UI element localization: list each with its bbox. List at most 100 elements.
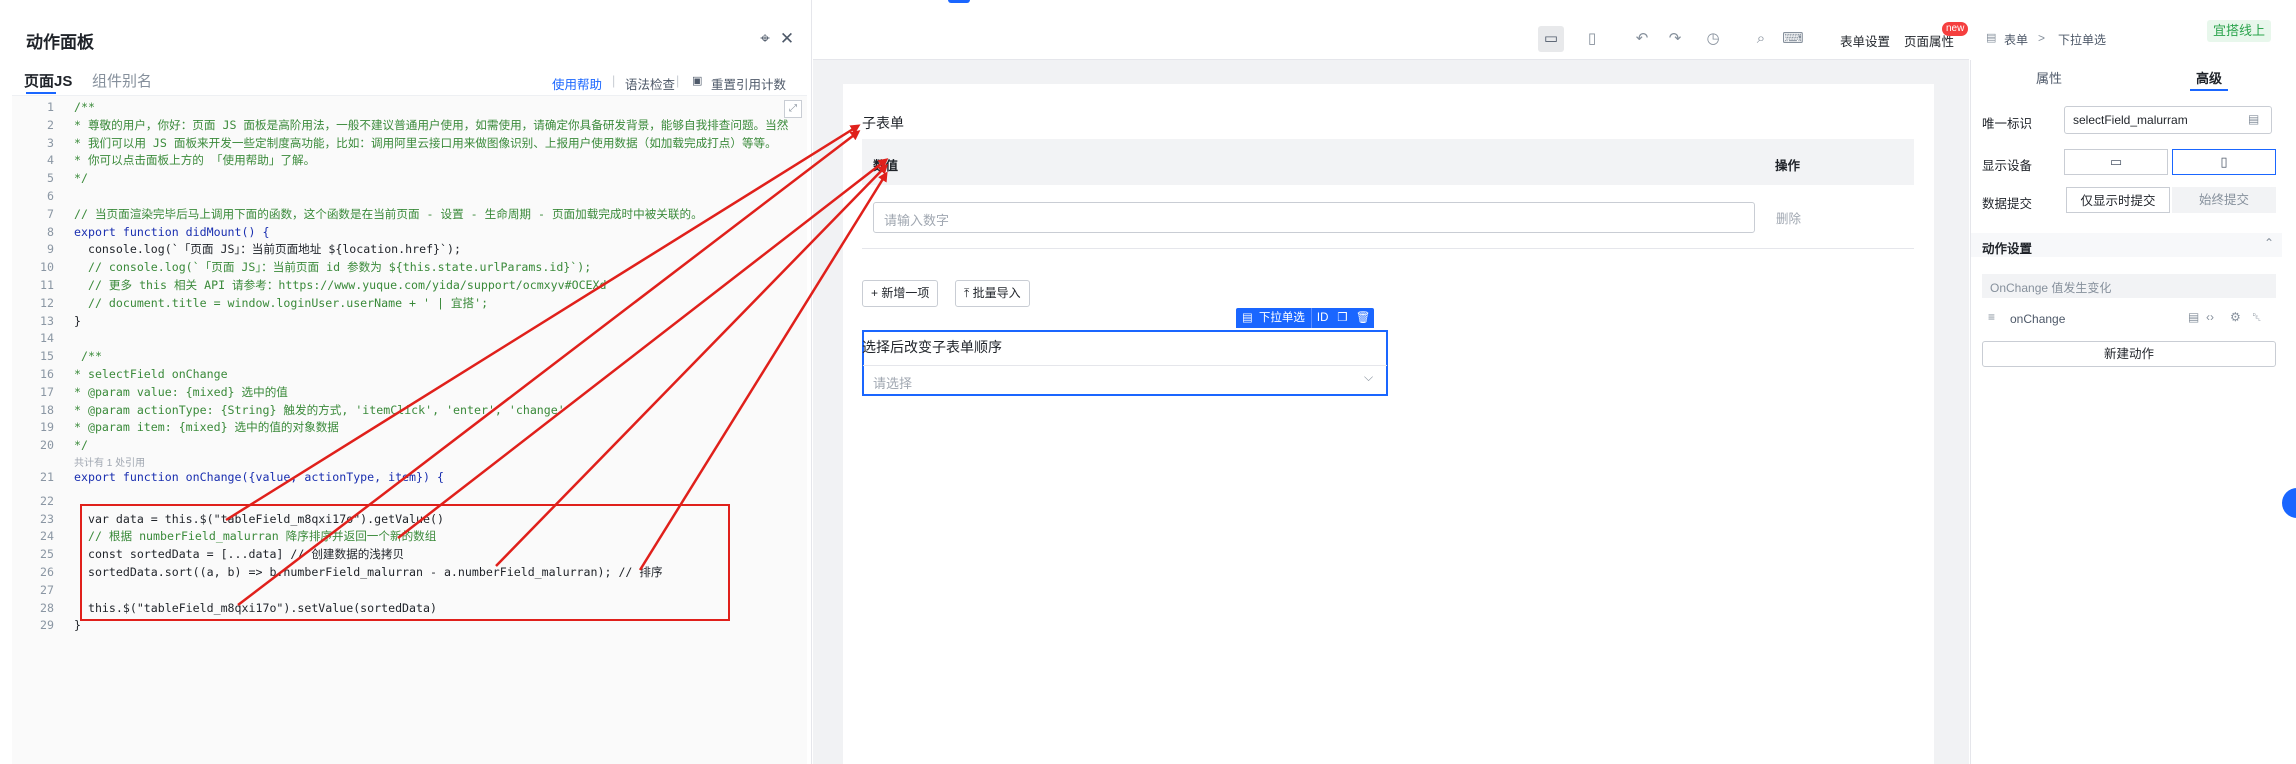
code-text: export function didMount() { — [74, 224, 270, 239]
gear-icon[interactable]: ⚙ — [2230, 310, 2241, 324]
help-link[interactable]: 使用帮助 — [552, 74, 602, 93]
line-number: 26 — [40, 565, 54, 579]
mobile-icon[interactable]: ▯ — [1579, 26, 1605, 52]
select-field-label: 选择后改变子表单顺序 — [862, 339, 1002, 355]
copy-icon[interactable]: ▤ — [2188, 310, 2199, 324]
new-badge: new — [1942, 22, 1969, 36]
subform-title: 子表单 — [862, 115, 904, 131]
data-submit-label: 数据提交 — [1982, 197, 2033, 211]
trash-icon[interactable]: ␡ — [2252, 310, 2262, 325]
bulk-import-button[interactable]: ⤒ 批量导入 — [955, 280, 1030, 307]
publish-button[interactable]: 宜搭线上 — [2207, 20, 2272, 42]
chevron-up-icon[interactable]: ⌃ — [2264, 236, 2274, 250]
code-text: * @param value: {mixed} 选中的值 — [74, 384, 288, 399]
event-name: onChange — [2010, 312, 2066, 326]
form-settings-button[interactable]: 表单设置 — [1840, 31, 1890, 50]
new-action-button[interactable]: 新建动作 — [1982, 341, 2276, 367]
code-text: /** — [74, 349, 102, 364]
code-text: export function onChange({value, actionT… — [74, 470, 444, 484]
code-icon[interactable]: ‹› — [2206, 310, 2214, 324]
code-line: 2 * 尊敬的用户，你好：页面 JS 面板是高阶用法，一般不建议普通用户使用，如需… — [12, 117, 807, 134]
device-mobile-toggle[interactable]: ▯ — [2172, 149, 2276, 175]
tab-underline — [2190, 89, 2228, 91]
syntax-check-button[interactable]: 语法检查 — [625, 74, 675, 93]
delete-row-button[interactable]: 删除 — [1776, 208, 1801, 227]
line-number: 22 — [40, 493, 54, 508]
code-line: 18 * @param actionType: {String} 触发的方式, '… — [12, 402, 807, 419]
undo-icon[interactable]: ↶ — [1629, 26, 1655, 52]
uid-input[interactable]: selectField_malurram — [2064, 106, 2272, 134]
code-text: console.log(`「页面 JS」：当前页面地址 ${location.h… — [74, 242, 461, 257]
column-value-header: 数值 — [873, 159, 899, 173]
form-canvas — [843, 84, 1934, 764]
number-input[interactable]: 请输入数字 — [873, 202, 1755, 233]
code-text: */ — [74, 171, 88, 186]
line-number: 18 — [40, 402, 54, 417]
code-line: 20 */ — [12, 437, 807, 454]
select-field-icon: ▤ — [1242, 312, 1253, 324]
code-text: /** — [74, 100, 95, 114]
copy-icon[interactable]: ▤ — [2248, 112, 2259, 126]
panel-title: 动作面板 — [26, 33, 94, 52]
close-icon[interactable]: ✕ — [776, 28, 798, 50]
code-text: // console.log(`「页面 JS」：当前页面 id 参数为 ${th… — [74, 260, 592, 275]
keyboard-icon[interactable]: ⌨ — [1780, 26, 1806, 52]
history-icon[interactable]: ◷ — [1700, 26, 1726, 52]
line-number: 21 — [40, 470, 54, 484]
reset-ref-count-button[interactable]: 重置引用计数 — [711, 74, 786, 93]
code-text: * @param item: {mixed} 选中的值的对象数据 — [74, 420, 339, 435]
row-divider — [862, 248, 1914, 249]
line-number: 2 — [47, 117, 54, 132]
select-field-dropdown[interactable]: 请选择 — [863, 365, 1387, 396]
code-text: * 我们可以用 JS 面板来开发一些定制度高功能，比如：调用阿里云接口用来做图像… — [74, 135, 777, 150]
code-text: // document.title = window.loginUser.use… — [74, 295, 489, 310]
line-number: 29 — [40, 618, 54, 633]
bulk-import-label: 批量导入 — [972, 286, 1021, 300]
code-line: 6 — [12, 188, 807, 205]
field-type-label: 下拉单选 — [1258, 312, 1305, 324]
drag-handle-icon[interactable]: ≡ — [1988, 310, 1995, 324]
code-text: * 尊敬的用户，你好：页面 JS 面板是高阶用法，一般不建议普通用户使用，如需使… — [74, 117, 789, 132]
display-device-label: 显示设备 — [1982, 159, 2033, 173]
code-text: * @param actionType: {String} 触发的方式, 'it… — [74, 402, 565, 417]
code-line: 1 /** — [12, 99, 807, 116]
line-number: 13 — [40, 313, 54, 328]
trash-icon[interactable]: 🗑 — [1352, 308, 1375, 328]
desktop-icon[interactable]: ▭ — [1538, 26, 1564, 52]
breadcrumb-field[interactable]: 下拉单选 — [2058, 31, 2106, 48]
top-tab-stub — [948, 0, 970, 3]
code-editor[interactable]: 1 /** 2 * 尊敬的用户，你好：页面 JS 面板是高阶用法，一般不建议普通用户使… — [12, 95, 807, 764]
pin-icon[interactable]: ⌖ — [754, 28, 776, 50]
breadcrumb-form[interactable]: 表单 — [2004, 31, 2028, 48]
code-line: 16 * selectField onChange — [12, 366, 807, 383]
uid-label: 唯一标识 — [1982, 117, 2033, 131]
copy-icon[interactable]: ❐ — [1333, 308, 1351, 328]
line-number: 15 — [40, 349, 54, 364]
submit-always-option[interactable]: 始终提交 — [2172, 187, 2276, 213]
expand-icon[interactable]: ⤢ — [784, 100, 802, 118]
code-text: * selectField onChange — [74, 367, 228, 381]
line-number: 10 — [40, 260, 54, 275]
line-number: 9 — [47, 242, 54, 257]
line-number: 20 — [40, 438, 54, 453]
column-ops-header: 操作 — [1775, 159, 1801, 173]
submit-when-visible-option[interactable]: 仅显示时提交 — [2066, 187, 2170, 213]
field-id-button[interactable]: ID — [1310, 308, 1334, 328]
code-line: 8 export function didMount() { — [12, 224, 807, 241]
tab-properties[interactable]: 属性 — [2036, 68, 2062, 87]
code-text: } — [74, 313, 81, 328]
tab-page-js[interactable]: 页面JS — [24, 70, 72, 91]
code-text: */ — [74, 438, 88, 453]
line-number: 16 — [40, 367, 54, 381]
add-item-button[interactable]: + 新增一项 — [862, 280, 939, 307]
line-number: 6 — [47, 189, 54, 203]
device-desktop-toggle[interactable]: ▭ — [2064, 149, 2168, 175]
tab-advanced[interactable]: 高级 — [2196, 68, 2222, 87]
code-text: // 更多 this 相关 API 请参考：https://www.yuque.… — [74, 278, 607, 292]
code-line: 11 // 更多 this 相关 API 请参考：https://www.yuq… — [12, 277, 807, 294]
tab-component-alias[interactable]: 组件别名 — [92, 70, 152, 91]
redo-icon[interactable]: ↷ — [1662, 26, 1688, 52]
reset-count-icon: ▣ — [692, 75, 703, 87]
line-number: 23 — [40, 511, 54, 526]
search-icon[interactable]: ⌕ — [1748, 26, 1774, 52]
